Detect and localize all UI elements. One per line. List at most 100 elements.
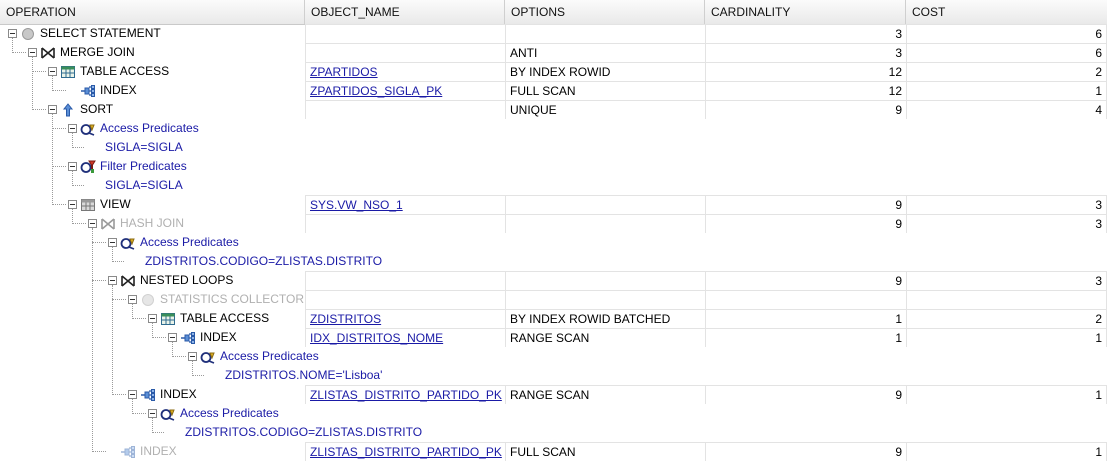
object-name-link[interactable]: IDX_DISTRITOS_NOME: [310, 331, 443, 345]
operation-cell[interactable]: SELECT STATEMENT: [8, 24, 161, 43]
plan-row[interactable]: ZPARTIDOS BY INDEX ROWID 12 2 TABLE ACCESS: [0, 62, 1107, 81]
collapse-toggle[interactable]: [188, 352, 197, 361]
plan-row[interactable]: Access Predicates: [0, 404, 1107, 423]
plan-row[interactable]: SIGLA=SIGLA: [0, 176, 1107, 195]
operation-cell[interactable]: STATISTICS COLLECTOR: [128, 290, 304, 309]
collapse-toggle[interactable]: [8, 29, 17, 38]
object-name-link[interactable]: ZPARTIDOS_SIGLA_PK: [310, 84, 442, 98]
plan-row[interactable]: ANTI 3 6 MERGE JOIN: [0, 43, 1107, 62]
object-name-link[interactable]: ZDISTRITOS: [310, 312, 381, 326]
operation-cell[interactable]: SIGLA=SIGLA: [105, 138, 183, 157]
object-name-cell[interactable]: SYS.VW_NSO_1: [305, 195, 505, 214]
operation-cell[interactable]: HASH JOIN: [88, 214, 184, 233]
collapse-toggle[interactable]: [48, 67, 57, 76]
tree-connector: [152, 432, 164, 433]
object-name-cell[interactable]: ZPARTIDOS: [305, 62, 505, 81]
operation-cell[interactable]: ZDISTRITOS.CODIGO=ZLISTAS.DISTRITO: [145, 252, 382, 271]
plan-row[interactable]: ZLISTAS_DISTRITO_PARTIDO_PK FULL SCAN 9 1 IN…: [0, 442, 1107, 461]
operation-cell[interactable]: Access Predicates: [188, 347, 319, 366]
collapse-toggle[interactable]: [148, 314, 157, 323]
plan-row[interactable]: 3 6 SELECT STATEMENT: [0, 24, 1107, 43]
plan-row[interactable]: SIGLA=SIGLA: [0, 138, 1107, 157]
collapse-toggle[interactable]: [88, 219, 97, 228]
cardinality-cell-text: 9: [895, 274, 902, 288]
options-cell: FULL SCAN: [505, 81, 705, 100]
plan-row[interactable]: SYS.VW_NSO_1 9 3 VIEW: [0, 195, 1107, 214]
plan-row[interactable]: ZDISTRITOS.CODIGO=ZLISTAS.DISTRITO: [0, 423, 1107, 442]
operation-cell[interactable]: Filter Predicates: [68, 157, 187, 176]
plan-row[interactable]: Access Predicates: [0, 119, 1107, 138]
collapse-toggle[interactable]: [68, 200, 77, 209]
operation-cell[interactable]: ZDISTRITOS.NOME='Lisboa': [225, 366, 382, 385]
object-name-link[interactable]: ZLISTAS_DISTRITO_PARTIDO_PK: [310, 445, 502, 459]
filter-predicates-icon: [80, 159, 96, 175]
cost-cell-text: 6: [1095, 27, 1102, 41]
column-header-options[interactable]: OPTIONS: [505, 0, 705, 24]
collapse-toggle[interactable]: [108, 238, 117, 247]
column-header-operation[interactable]: OPERATION: [0, 0, 305, 24]
index-icon: [80, 83, 96, 99]
object-name-cell[interactable]: ZDISTRITOS: [305, 309, 505, 328]
plan-row[interactable]: STATISTICS COLLECTOR: [0, 290, 1107, 309]
object-name-cell[interactable]: ZPARTIDOS_SIGLA_PK: [305, 81, 505, 100]
object-name-cell[interactable]: ZLISTAS_DISTRITO_PARTIDO_PK: [305, 442, 505, 461]
collapse-toggle[interactable]: [128, 295, 137, 304]
operation-cell[interactable]: Access Predicates: [108, 233, 239, 252]
operation-cell[interactable]: NESTED LOOPS: [108, 271, 233, 290]
join-icon: [100, 216, 116, 232]
operation-cell[interactable]: ZDISTRITOS.CODIGO=ZLISTAS.DISTRITO: [185, 423, 422, 442]
operation-cell[interactable]: Access Predicates: [148, 404, 279, 423]
collapse-toggle[interactable]: [28, 48, 37, 57]
plan-row[interactable]: ZLISTAS_DISTRITO_PARTIDO_PK RANGE SCAN 9 1 I…: [0, 385, 1107, 404]
object-name-link[interactable]: ZPARTIDOS: [310, 65, 378, 79]
operation-cell[interactable]: SIGLA=SIGLA: [105, 176, 183, 195]
plan-row[interactable]: Access Predicates: [0, 347, 1107, 366]
index-icon: [180, 330, 196, 346]
collapse-toggle[interactable]: [68, 124, 77, 133]
plan-row[interactable]: Filter Predicates: [0, 157, 1107, 176]
options-cell: [505, 271, 705, 290]
column-header-cost[interactable]: COST: [906, 0, 1107, 24]
operation-cell[interactable]: INDEX: [168, 328, 237, 347]
cost-cell: 3: [906, 271, 1107, 290]
plan-row[interactable]: ZDISTRITOS BY INDEX ROWID BATCHED 1 2 TABLE …: [0, 309, 1107, 328]
operation-cell[interactable]: Access Predicates: [68, 119, 199, 138]
cardinality-cell-text: 12: [888, 84, 902, 98]
collapse-toggle[interactable]: [68, 162, 77, 171]
collapse-toggle[interactable]: [108, 276, 117, 285]
tree-connector: [112, 299, 126, 300]
tree-connector: [92, 451, 106, 452]
object-name-cell[interactable]: ZLISTAS_DISTRITO_PARTIDO_PK: [305, 385, 505, 404]
operation-cell[interactable]: VIEW: [68, 195, 131, 214]
operation-cell[interactable]: INDEX: [128, 385, 197, 404]
plan-row[interactable]: IDX_DISTRITOS_NOME RANGE SCAN 1 1 INDEX: [0, 328, 1107, 347]
options-cell-text: RANGE SCAN: [510, 331, 590, 345]
column-header-cardinality[interactable]: CARDINALITY: [705, 0, 906, 24]
cost-cell: 3: [906, 214, 1107, 233]
operation-cell[interactable]: TABLE ACCESS: [48, 62, 169, 81]
object-name-cell[interactable]: IDX_DISTRITOS_NOME: [305, 328, 505, 347]
collapse-toggle[interactable]: [148, 409, 157, 418]
column-header-bar: OPERATION OBJECT_NAME OPTIONS CARDINALIT…: [0, 0, 1107, 25]
operation-cell[interactable]: INDEX: [68, 81, 137, 100]
object-name-link[interactable]: ZLISTAS_DISTRITO_PARTIDO_PK: [310, 388, 502, 402]
tree-connector: [132, 413, 146, 414]
collapse-toggle[interactable]: [48, 105, 57, 114]
object-name-link[interactable]: SYS.VW_NSO_1: [310, 198, 403, 212]
select-statement-icon: [140, 292, 156, 308]
cost-cell-text: 3: [1095, 198, 1102, 212]
collapse-toggle[interactable]: [128, 390, 137, 399]
operation-cell[interactable]: SORT: [48, 100, 113, 119]
plan-row[interactable]: UNIQUE 9 4 SORT: [0, 100, 1107, 119]
collapse-toggle[interactable]: [168, 333, 177, 342]
column-header-object-name[interactable]: OBJECT_NAME: [305, 0, 505, 24]
plan-row[interactable]: ZDISTRITOS.CODIGO=ZLISTAS.DISTRITO: [0, 252, 1107, 271]
plan-row[interactable]: 9 3 NESTED LOOPS: [0, 271, 1107, 290]
operation-cell[interactable]: INDEX: [108, 442, 177, 461]
plan-row[interactable]: Access Predicates: [0, 233, 1107, 252]
plan-row[interactable]: ZDISTRITOS.NOME='Lisboa': [0, 366, 1107, 385]
operation-cell[interactable]: MERGE JOIN: [28, 43, 135, 62]
plan-row[interactable]: 9 3 HASH JOIN: [0, 214, 1107, 233]
plan-row[interactable]: ZPARTIDOS_SIGLA_PK FULL SCAN 12 1 INDEX: [0, 81, 1107, 100]
operation-cell[interactable]: TABLE ACCESS: [148, 309, 269, 328]
